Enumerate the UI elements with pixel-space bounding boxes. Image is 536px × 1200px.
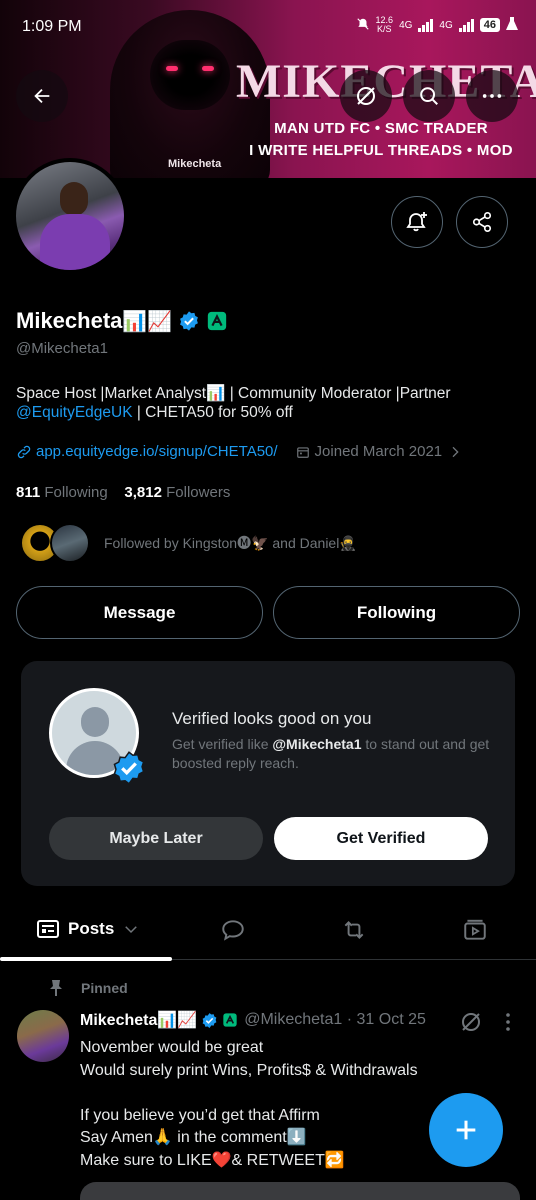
followed-by-row[interactable]: Followed by Kingston🅜🦅 and Daniel🥷 xyxy=(20,523,357,563)
profile-joined[interactable]: Joined March 2021 xyxy=(296,443,464,460)
followers-count: 3,812 xyxy=(124,484,162,501)
back-button[interactable] xyxy=(16,70,68,122)
bio-suffix: | CHETA50 for 50% off xyxy=(132,404,293,421)
verified-icon[interactable] xyxy=(178,310,200,332)
profile-handle: @Mikecheta1 xyxy=(16,340,108,357)
verify-card-title: Verified looks good on you xyxy=(172,709,372,728)
joined-date: Joined March 2021 xyxy=(314,443,443,460)
profile-stats: 811 Following 3,812 Followers xyxy=(16,484,230,501)
verified-icon xyxy=(202,1012,217,1028)
banner-tagline-1: MAN UTD FC • SMC TRADER xyxy=(274,120,488,137)
banner-signature: Mikecheta xyxy=(168,158,222,170)
signal-icon-2 xyxy=(458,18,474,32)
get-verified-button[interactable]: Get Verified xyxy=(274,817,488,860)
grok-icon xyxy=(357,87,375,105)
status-indicators: 12.6 K/S 4G 4G 46 xyxy=(356,16,518,34)
verified-badge-icon xyxy=(113,751,145,785)
share-button[interactable] xyxy=(456,196,508,248)
calendar-icon xyxy=(296,446,309,458)
verify-upsell-card: Verified looks good on you Get verified … xyxy=(21,661,515,886)
placeholder-avatar-head xyxy=(81,707,109,737)
avatar-head xyxy=(60,182,88,216)
tweet-header: Mikecheta📊📈 @Mikecheta1 · 31 Oct 25 xyxy=(80,1010,426,1030)
mute-icon xyxy=(356,17,370,34)
display-name-emojis: 📊📈 xyxy=(122,310,173,333)
bell-plus-icon xyxy=(406,212,427,232)
profile-avatar[interactable] xyxy=(12,158,128,274)
pin-icon xyxy=(50,980,62,996)
tweet-handle-time: @Mikecheta1 · 31 Oct 25 xyxy=(244,1011,426,1028)
bio-mention-link[interactable]: @EquityEdgeUK xyxy=(16,404,133,421)
bio-text: Space Host |Market Analyst📊 | Community … xyxy=(16,385,451,402)
tab-posts[interactable]: Posts xyxy=(36,918,140,940)
avatar-body xyxy=(40,214,110,270)
compose-button[interactable] xyxy=(429,1093,503,1167)
network-speed: 12.6 K/S xyxy=(376,16,394,34)
chevron-right-icon xyxy=(452,446,459,457)
search-icon xyxy=(420,87,438,105)
media-icon[interactable] xyxy=(462,917,488,943)
net-type-2: 4G xyxy=(439,19,453,31)
profile-meta: app.equityedge.io/signup/CHETA50/ Joined… xyxy=(16,443,463,460)
share-icon xyxy=(472,212,492,232)
banner-tagline-2: I WRITE HELPFUL THREADS • MOD xyxy=(249,142,513,159)
more-icon xyxy=(482,94,502,98)
search-button[interactable] xyxy=(403,70,455,122)
following-button[interactable]: Following xyxy=(273,586,520,639)
reply-icon[interactable] xyxy=(220,917,246,943)
status-time: 1:09 PM xyxy=(22,18,82,35)
network-speed-unit: K/S xyxy=(377,24,392,34)
status-bar: 1:09 PM 12.6 K/S 4G 4G 46 xyxy=(0,0,536,52)
net-type-1: 4G xyxy=(399,19,413,31)
tweet-author-name[interactable]: Mikecheta📊📈 xyxy=(80,1010,197,1030)
following-stat[interactable]: 811 Following xyxy=(16,484,108,501)
grok-button[interactable] xyxy=(340,70,392,122)
verify-desc-prefix: Get verified like xyxy=(172,736,273,752)
display-name: Mikecheta 📊📈 xyxy=(16,308,228,334)
flask-icon xyxy=(506,16,518,34)
signal-icon xyxy=(418,18,434,32)
display-name-text: Mikecheta xyxy=(16,308,123,333)
plus-icon xyxy=(456,1120,476,1140)
posts-icon xyxy=(37,920,59,938)
repost-icon[interactable] xyxy=(340,917,368,943)
profile-tabs: Posts xyxy=(0,900,536,961)
profile-bio: Space Host |Market Analyst📊 | Community … xyxy=(16,384,521,422)
profile-website-link[interactable]: app.equityedge.io/signup/CHETA50/ xyxy=(36,443,278,460)
verify-desc-handle: @Mikecheta1 xyxy=(272,736,362,752)
chevron-down-icon xyxy=(125,926,138,934)
following-count: 811 xyxy=(16,484,41,501)
followers-stat[interactable]: 3,812 Followers xyxy=(124,484,230,501)
pinned-label: Pinned xyxy=(48,979,128,997)
tweet-media-preview[interactable] xyxy=(80,1182,520,1200)
pinned-text: Pinned xyxy=(81,980,128,996)
message-button[interactable]: Message xyxy=(16,586,263,639)
followed-by-text: Followed by Kingston🅜🦅 and Daniel🥷 xyxy=(104,535,357,551)
tab-active-indicator xyxy=(0,957,172,961)
tab-posts-label: Posts xyxy=(68,919,115,938)
more-button[interactable] xyxy=(466,70,518,122)
grok-icon[interactable] xyxy=(459,1010,483,1034)
followers-label: Followers xyxy=(166,484,231,501)
maybe-later-button[interactable]: Maybe Later xyxy=(49,817,263,860)
affiliate-badge-icon xyxy=(223,1013,237,1027)
battery-indicator: 46 xyxy=(479,18,500,32)
tweet-more-icon[interactable] xyxy=(500,1010,516,1034)
following-label: Following xyxy=(44,484,108,501)
tweet-author-avatar[interactable] xyxy=(17,1010,69,1062)
link-icon xyxy=(17,445,31,458)
back-arrow-icon xyxy=(34,88,50,104)
affiliate-badge-icon[interactable] xyxy=(206,310,228,332)
banner-eyes xyxy=(166,66,214,72)
tweet-body: November would be great Would surely pri… xyxy=(80,1039,418,1169)
verify-card-description: Get verified like @Mikecheta1 to stand o… xyxy=(172,735,492,773)
follower-avatar-daniel xyxy=(50,523,90,563)
notifications-button[interactable] xyxy=(391,196,443,248)
